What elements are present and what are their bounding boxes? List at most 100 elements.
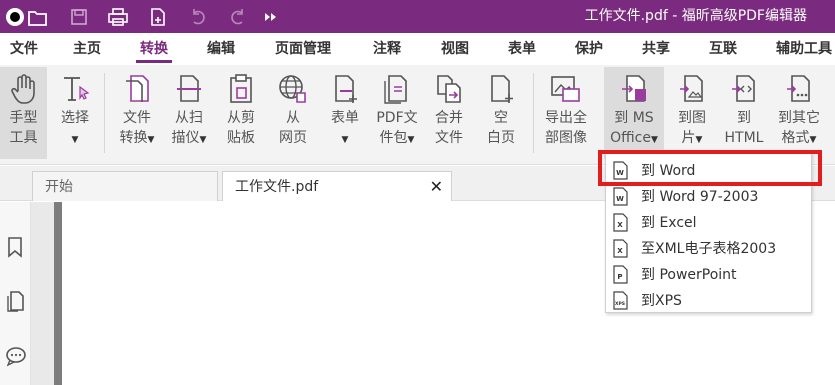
- new-document-icon[interactable]: [148, 7, 168, 27]
- select-tool-button[interactable]: 选择 ▼: [52, 67, 98, 159]
- blank-page-label-2: 白页: [487, 130, 515, 146]
- pdf-package-button[interactable]: PDF文 件包▼: [372, 67, 422, 159]
- to-other-formats-button[interactable]: 到其它 格式▼: [771, 67, 827, 159]
- open-folder-icon[interactable]: [27, 7, 47, 27]
- export-images-icon: [551, 76, 580, 102]
- tab-current-label: 工作文件.pdf: [235, 179, 319, 195]
- word-doc-icon: W: [613, 187, 628, 206]
- from-clipboard-button[interactable]: 从剪 贴板: [216, 67, 266, 159]
- form-label: 表单: [331, 110, 359, 126]
- ribbon-divider: [533, 73, 534, 153]
- menu-item-to-excel-label: 到 Excel: [641, 215, 697, 231]
- pdf-package-label-1: PDF文: [376, 110, 418, 126]
- to-html-icon: [732, 75, 755, 102]
- from-scanner-button[interactable]: 从扫 描仪▼: [164, 67, 214, 159]
- undo-icon[interactable]: [188, 7, 208, 27]
- to-image-button[interactable]: 到图 片▼: [667, 67, 717, 159]
- from-webpage-label-2: 网页: [279, 130, 307, 146]
- tab-current-document[interactable]: 工作文件.pdf ✕: [222, 171, 452, 201]
- print-icon[interactable]: [107, 7, 128, 27]
- menu-item-to-powerpoint[interactable]: P 到 PowerPoint: [606, 262, 811, 288]
- menu-share[interactable]: 共享: [642, 33, 670, 65]
- export-images-label-1: 导出全: [545, 110, 587, 126]
- svg-text:XPS: XPS: [615, 301, 625, 307]
- menu-file[interactable]: 文件: [10, 33, 38, 65]
- merge-files-label-2: 文件: [435, 130, 463, 146]
- form-icon: [335, 75, 357, 103]
- menu-item-to-xml-spreadsheet[interactable]: X 至XML电子表格2003: [606, 236, 811, 262]
- form-caret-icon: ▼: [341, 135, 349, 145]
- export-images-label-2: 部图像: [545, 130, 587, 146]
- text-select-icon: [64, 77, 90, 101]
- globe-icon: [279, 75, 306, 103]
- ribbon-divider: [104, 73, 105, 153]
- select-caret-icon: ▼: [71, 135, 79, 145]
- title-bar: 工作文件.pdf - 福昕高级PDF编辑器: [0, 0, 835, 33]
- bookmark-icon[interactable]: [5, 236, 25, 258]
- xml-doc-icon: X: [613, 239, 628, 258]
- blank-page-button[interactable]: 空 白页: [476, 67, 526, 159]
- menu-view[interactable]: 视图: [441, 33, 469, 65]
- export-all-images-button[interactable]: 导出全 部图像: [538, 67, 594, 159]
- merge-files-button[interactable]: 合并 文件: [424, 67, 474, 159]
- menu-accessibility[interactable]: 辅助工具: [776, 33, 832, 65]
- menu-comment[interactable]: 注释: [373, 33, 401, 65]
- redo-icon[interactable]: [228, 7, 248, 27]
- menu-page-management[interactable]: 页面管理: [275, 33, 331, 65]
- to-html-button[interactable]: 到 HTML: [719, 67, 769, 159]
- tab-start[interactable]: 开始: [32, 171, 218, 201]
- menu-item-to-xml-spreadsheet-label: 至XML电子表格2003: [641, 241, 777, 257]
- pages-thumbnail-icon[interactable]: [5, 290, 25, 312]
- menu-item-to-word-97-2003[interactable]: W 到 Word 97-2003: [606, 184, 811, 210]
- to-other-formats-label-2: 格式: [781, 130, 810, 146]
- to-ms-office-button[interactable]: 到 MS Office▼: [604, 67, 664, 159]
- file-convert-button[interactable]: 文件 转换▼: [112, 67, 162, 159]
- to-other-formats-label-1: 到其它: [778, 110, 820, 126]
- menu-item-to-word-97-2003-label: 到 Word 97-2003: [641, 189, 759, 205]
- from-scanner-caret-icon: ▼: [199, 135, 207, 145]
- svg-text:P: P: [617, 273, 622, 281]
- to-image-label-1: 到图: [678, 110, 706, 126]
- from-webpage-label-1: 从: [286, 110, 300, 126]
- comments-icon[interactable]: [5, 345, 26, 367]
- menu-item-to-xps[interactable]: XPS 到XPS: [606, 288, 811, 314]
- from-webpage-button[interactable]: 从 网页: [268, 67, 318, 159]
- menu-item-to-powerpoint-label: 到 PowerPoint: [641, 267, 737, 283]
- menu-item-to-xps-label: 到XPS: [641, 293, 682, 309]
- menu-item-to-excel[interactable]: X 到 Excel: [606, 210, 811, 236]
- file-convert-icon: [126, 75, 149, 102]
- to-image-caret-icon: ▼: [695, 135, 703, 145]
- menu-bar: 文件 主页 转换 编辑 页面管理 注释 视图 表单 保护 共享 互联 辅助工具: [0, 33, 835, 65]
- menu-edit[interactable]: 编辑: [207, 33, 235, 65]
- to-other-formats-caret-icon: ▼: [809, 135, 817, 145]
- menu-form[interactable]: 表单: [508, 33, 536, 65]
- clipboard-icon: [230, 74, 252, 103]
- hand-tool-label-2: 工具: [9, 130, 38, 146]
- menu-connect[interactable]: 互联: [709, 33, 737, 65]
- file-convert-caret-icon: ▼: [147, 135, 155, 145]
- hand-icon: [10, 74, 35, 104]
- pdf-package-label-2: 件包: [379, 130, 408, 146]
- app-logo-icon: [4, 6, 26, 28]
- menu-protect[interactable]: 保护: [575, 33, 603, 65]
- close-tab-icon[interactable]: ✕: [430, 172, 443, 202]
- to-ms-office-label-1: 到 MS: [614, 110, 654, 126]
- more-commands-icon[interactable]: [262, 7, 282, 27]
- hand-tool-label-1: 手型: [9, 110, 38, 126]
- select-tool-label: 选择: [61, 110, 89, 126]
- to-other-formats-icon: [787, 75, 810, 102]
- from-clipboard-label-1: 从剪: [227, 110, 255, 126]
- svg-text:X: X: [617, 247, 623, 255]
- powerpoint-doc-icon: P: [613, 265, 628, 284]
- save-icon[interactable]: [69, 7, 89, 27]
- to-ms-office-label-2: Office: [610, 130, 651, 146]
- navigation-panel: [0, 202, 31, 385]
- form-button[interactable]: 表单 ▼: [320, 67, 370, 159]
- menu-home[interactable]: 主页: [73, 33, 101, 65]
- hand-tool-button[interactable]: 手型 工具: [0, 67, 47, 159]
- pdf-package-icon: [384, 75, 407, 104]
- menu-convert[interactable]: 转换: [136, 33, 172, 65]
- page-edge: [54, 202, 62, 385]
- excel-doc-icon: X: [613, 213, 628, 232]
- to-html-label-1: 到: [737, 110, 751, 126]
